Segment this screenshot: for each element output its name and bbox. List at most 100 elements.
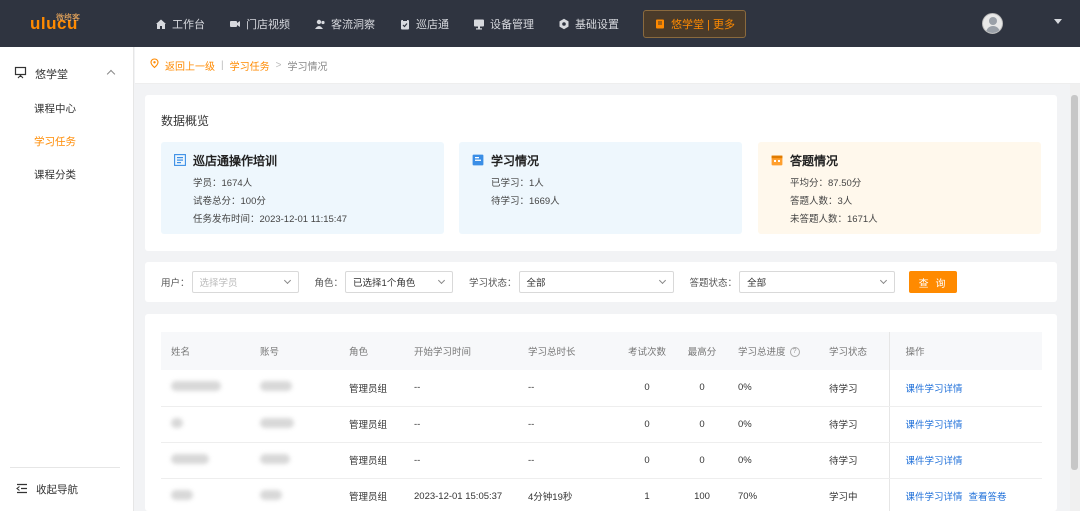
actions-cell: 课件学习详情 查看答卷 — [888, 478, 1042, 511]
nav-item-store-video[interactable]: 门店视频 — [229, 0, 304, 47]
course-detail-link[interactable]: 课件学习详情 — [906, 384, 963, 395]
location-icon — [149, 58, 160, 72]
breadcrumb: 返回上一级 | 学习任务 > 学习情况 — [135, 47, 1080, 84]
column-header-account: 账号 — [250, 332, 339, 370]
learning-table: 姓名 账号 角色 开始学习时间 学习总时长 考试次数 最高分 学习总进度? 学习… — [161, 332, 1042, 511]
column-header-status: 学习状态 — [819, 332, 889, 370]
course-detail-link[interactable]: 课件学习详情 — [906, 492, 963, 503]
card-line: 待学习：1669人 — [491, 196, 560, 207]
overview-title: 数据概览 — [161, 114, 210, 128]
card-learning-status: 学习情况 已学习：1人 待学习：1669人 — [459, 142, 742, 234]
chevron-down-icon — [658, 276, 666, 285]
chevron-up-icon — [106, 69, 116, 79]
answer-status-value: 全部 — [747, 278, 767, 289]
chevron-down-icon — [437, 276, 446, 285]
sidebar-item-learning-tasks[interactable]: 学习任务 — [0, 126, 133, 159]
nav-label: 门店视频 — [246, 18, 290, 31]
duration-cell: -- — [518, 370, 618, 407]
name-cell-redacted — [161, 442, 250, 479]
card-line: 答题人数：3人 — [790, 196, 853, 207]
column-header-progress: 学习总进度? — [728, 332, 819, 370]
column-header-top-score: 最高分 — [676, 332, 728, 370]
account-cell-redacted — [250, 478, 339, 511]
card-line: 未答题人数：1671人 — [790, 214, 878, 225]
breadcrumb-current: 学习情况 — [287, 61, 328, 73]
card-title: 学习情况 — [491, 154, 540, 168]
help-icon[interactable]: ? — [789, 347, 800, 358]
status-cell: 待学习 — [819, 442, 889, 479]
account-cell-redacted — [250, 370, 339, 407]
breadcrumb-parent[interactable]: 学习任务 — [230, 58, 270, 73]
exams-cell: 0 — [618, 370, 676, 407]
breadcrumb-arrow: > — [275, 59, 282, 71]
exams-cell: 1 — [618, 478, 676, 511]
course-detail-link[interactable]: 课件学习详情 — [906, 456, 963, 467]
exams-cell: 0 — [618, 406, 676, 443]
table-row: 管理员组 -- -- 0 0 0% 待学习 课件学习详情 — [161, 406, 1042, 443]
top-score-cell: 0 — [676, 442, 728, 479]
sidebar: 悠学堂 课程中心 学习任务 课程分类 收起导航 — [0, 47, 134, 511]
status-cell: 待学习 — [819, 370, 889, 407]
duration-cell: -- — [518, 406, 618, 443]
course-detail-link[interactable]: 课件学习详情 — [906, 420, 963, 431]
nav-item-workbench[interactable]: 工作台 — [155, 0, 219, 47]
sidebar-item-course-center[interactable]: 课程中心 — [0, 93, 133, 126]
user-filter-label: 用户： — [161, 278, 190, 289]
home-icon — [155, 18, 167, 30]
nav-item-learning-more[interactable]: 悠学堂 | 更多 — [643, 9, 746, 38]
progress-cell: 0% — [728, 406, 819, 443]
scrollbar-thumb[interactable] — [1071, 95, 1078, 470]
card-answer-status: 答题情况 平均分：87.50分 答题人数：3人 未答题人数：1671人 — [758, 142, 1041, 234]
card-line: 任务发布时间：2023-12-01 11:15:47 — [193, 214, 348, 225]
sidebar-group-learning[interactable]: 悠学堂 — [0, 55, 133, 93]
exams-cell: 0 — [618, 442, 676, 479]
name-cell-redacted — [161, 406, 250, 443]
actions-cell: 课件学习详情 — [888, 406, 1042, 443]
presentation-icon — [14, 66, 27, 82]
nav-label: 悠学堂 | 更多 — [671, 18, 735, 31]
role-cell: 管理员组 — [339, 478, 404, 511]
table-row: 管理员组 -- -- 0 0 0% 待学习 课件学习详情 — [161, 370, 1042, 407]
query-button[interactable]: 查 询 — [909, 271, 958, 293]
collapse-nav-label: 收起导航 — [36, 484, 78, 496]
start-time-cell: -- — [404, 442, 518, 479]
card-line: 平均分：87.50分 — [790, 178, 862, 189]
study-status-value: 全部 — [526, 278, 546, 289]
nav-label: 设备管理 — [490, 18, 534, 31]
collapse-nav-button[interactable]: 收起导航 — [10, 467, 120, 497]
column-header-name: 姓名 — [161, 332, 250, 370]
progress-cell: 0% — [728, 370, 819, 407]
column-header-duration: 学习总时长 — [518, 332, 618, 370]
start-time-cell: 2023-12-01 15:05:37 — [404, 478, 518, 511]
view-answer-link[interactable]: 查看答卷 — [969, 492, 1007, 503]
nav-item-basic-settings[interactable]: 基础设置 — [558, 0, 633, 47]
card-training: 巡店通操作培训 学员：1674人 试卷总分：100分 任务发布时间：2023-1… — [161, 142, 444, 234]
chevron-down-icon[interactable] — [1054, 19, 1062, 24]
account-cell-redacted — [250, 442, 339, 479]
column-header-role: 角色 — [339, 332, 404, 370]
nav-label: 工作台 — [172, 18, 205, 31]
nav-item-store-inspection[interactable]: 巡店通 — [399, 0, 463, 47]
nav-label: 客流洞察 — [331, 18, 375, 31]
logo[interactable]: ulucu 微络客 — [0, 0, 135, 47]
study-status-select[interactable]: 全部 — [518, 271, 674, 293]
start-time-cell: -- — [404, 406, 518, 443]
answer-status-select[interactable]: 全部 — [739, 271, 896, 293]
nav-label: 巡店通 — [416, 18, 449, 31]
sidebar-group-label: 悠学堂 — [35, 69, 68, 81]
actions-cell: 课件学习详情 — [888, 370, 1042, 407]
avatar[interactable] — [982, 13, 1003, 34]
user-select[interactable]: 选择学员 — [191, 271, 299, 293]
nav-item-traffic-insight[interactable]: 客流洞察 — [314, 0, 389, 47]
back-label: 返回上一级 — [165, 61, 215, 73]
progress-header-label: 学习总进度 — [738, 347, 786, 358]
role-select[interactable]: 已选择1个角色 — [345, 271, 454, 293]
back-link[interactable]: 返回上一级 — [149, 58, 215, 73]
role-cell: 管理员组 — [339, 370, 404, 407]
sidebar-item-course-category[interactable]: 课程分类 — [0, 159, 133, 192]
learning-table-panel: 姓名 账号 角色 开始学习时间 学习总时长 考试次数 最高分 学习总进度? 学习… — [145, 314, 1057, 511]
card-line: 学员：1674人 — [193, 178, 253, 189]
nav-item-device-management[interactable]: 设备管理 — [473, 0, 548, 47]
clipboard-icon — [399, 18, 411, 30]
account-cell-redacted — [250, 406, 339, 443]
